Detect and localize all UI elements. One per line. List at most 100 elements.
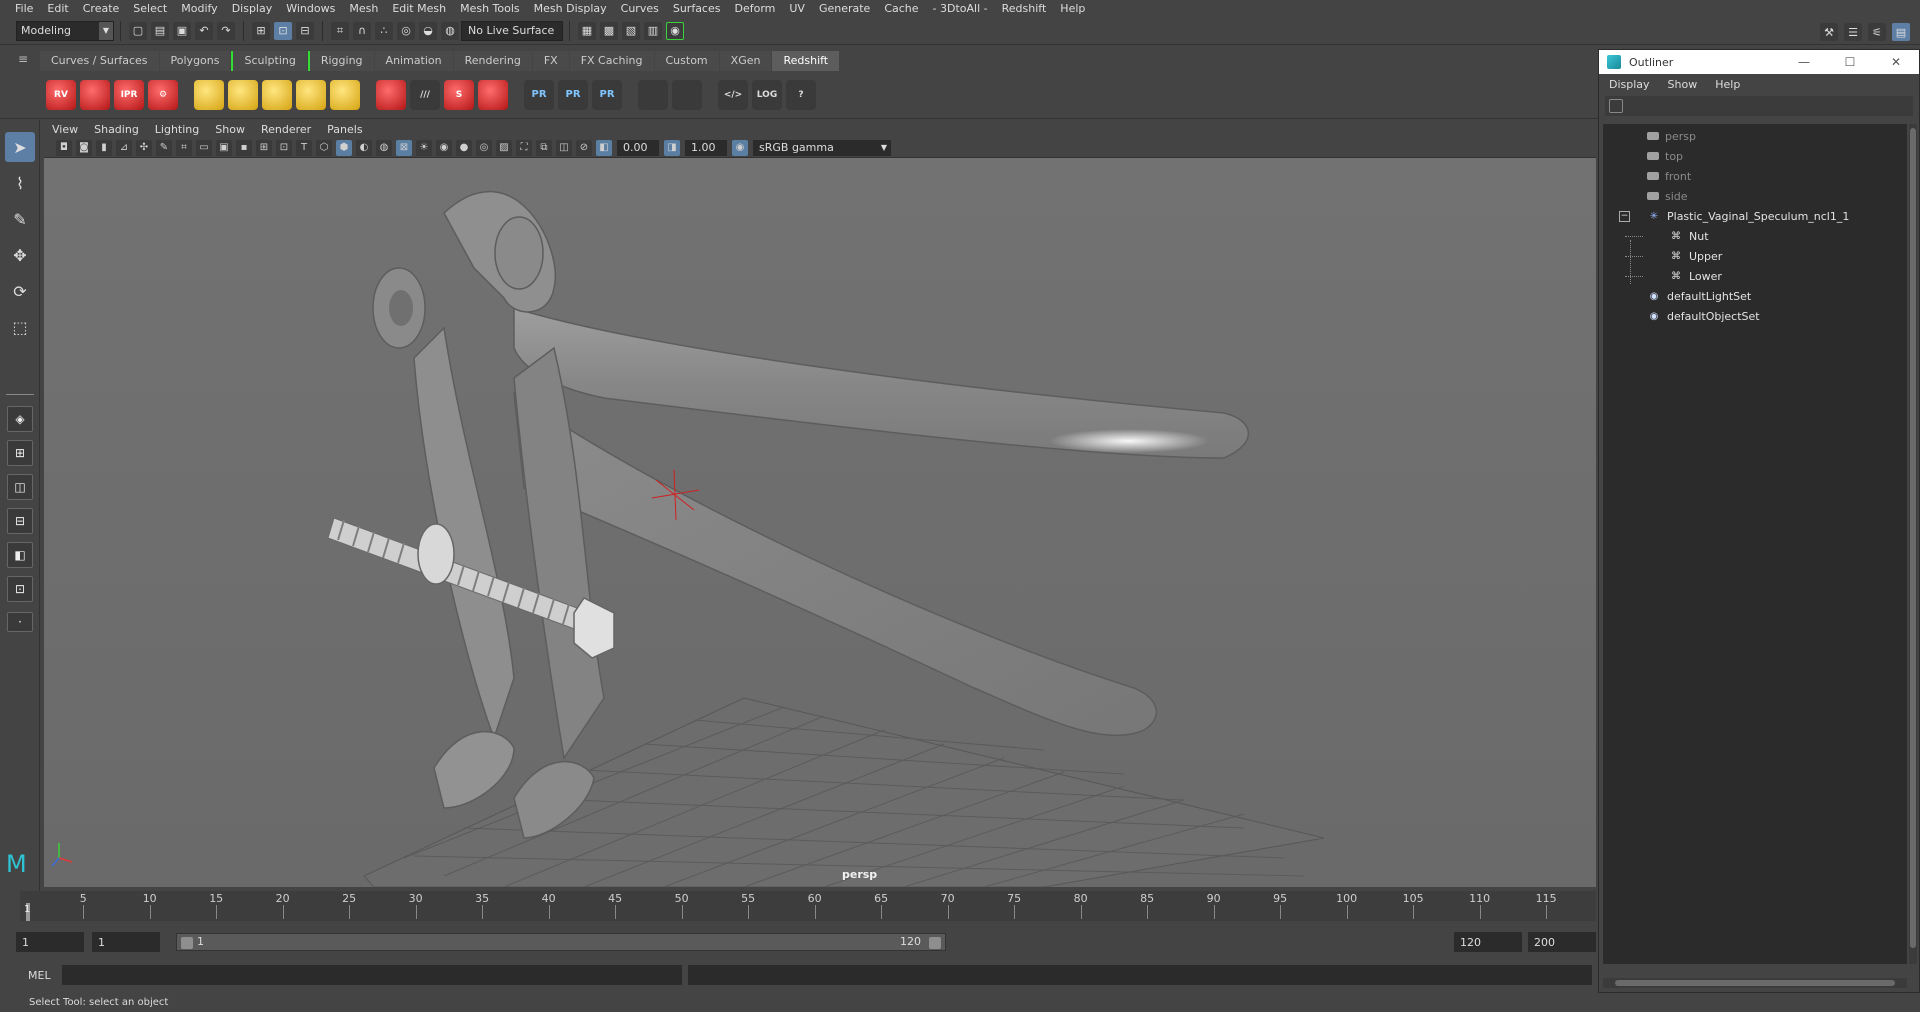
menu-edit-mesh[interactable]: Edit Mesh bbox=[385, 2, 453, 15]
scroll-thumb[interactable] bbox=[1910, 128, 1916, 948]
wireframe-icon[interactable]: ⬡ bbox=[316, 139, 332, 156]
bowl2-icon[interactable] bbox=[672, 79, 702, 110]
select-component-icon[interactable]: ⊟ bbox=[296, 21, 314, 40]
snap-pivot-icon[interactable]: ◍ bbox=[441, 21, 459, 40]
rope-icon[interactable]: S bbox=[444, 79, 474, 110]
pr-export-icon[interactable]: PR bbox=[524, 79, 554, 110]
safe-title-icon[interactable]: T bbox=[296, 139, 312, 156]
menu-redshift[interactable]: Redshift bbox=[995, 2, 1054, 15]
time-slider[interactable]: 5 10 15 20 25 30 35 40 45 50 55 60 65 70 75 80 85 90 95 100… bbox=[20, 891, 1596, 921]
playback-end-field[interactable]: 120 bbox=[1454, 932, 1522, 952]
outliner-item[interactable]: ◉ defaultObjectSet bbox=[1647, 306, 1760, 326]
viewport-menu-show[interactable]: Show bbox=[207, 123, 253, 136]
mel-label[interactable]: MEL bbox=[28, 969, 51, 982]
menu-surfaces[interactable]: Surfaces bbox=[666, 2, 728, 15]
shelf-tab-fx-caching[interactable]: FX Caching bbox=[569, 51, 654, 71]
hair-icon[interactable]: /// bbox=[410, 79, 440, 110]
outliner-item[interactable]: front bbox=[1647, 166, 1691, 186]
color-management-icon[interactable]: ◉ bbox=[732, 139, 748, 156]
grid-toggle-icon[interactable]: ⌗ bbox=[176, 139, 192, 156]
view-transform-select[interactable]: sRGB gamma ▼ bbox=[753, 139, 891, 156]
close-icon[interactable]: ✕ bbox=[1873, 55, 1919, 69]
two-pane-side-layout-icon[interactable]: ◫ bbox=[7, 474, 33, 500]
outliner-item[interactable]: top bbox=[1647, 146, 1683, 166]
proxy-icon[interactable] bbox=[194, 79, 224, 110]
render-settings-icon[interactable]: ▥ bbox=[644, 21, 662, 40]
lasso-tool-icon[interactable]: ⌇ bbox=[5, 168, 35, 198]
menu-modify[interactable]: Modify bbox=[174, 2, 224, 15]
render-settings-icon[interactable]: ⚙ bbox=[148, 79, 178, 110]
shelf-tab-curves-surfaces[interactable]: Curves / Surfaces bbox=[40, 51, 159, 71]
menu-file[interactable]: File bbox=[8, 2, 40, 15]
menu-cache[interactable]: Cache bbox=[877, 2, 925, 15]
animation-start-field[interactable]: 1 bbox=[16, 932, 84, 952]
default-material-icon[interactable]: ◐ bbox=[356, 139, 372, 156]
shelf-tab-redshift[interactable]: Redshift bbox=[772, 51, 840, 71]
viewport-menu-lighting[interactable]: Lighting bbox=[147, 123, 207, 136]
anti-aliasing-icon[interactable]: ▨ bbox=[496, 139, 512, 156]
outliner-vertical-scrollbar[interactable] bbox=[1909, 124, 1917, 964]
menu-display[interactable]: Display bbox=[225, 2, 280, 15]
snap-curve-icon[interactable]: ∩ bbox=[353, 21, 371, 40]
snap-surface-icon[interactable]: ◒ bbox=[419, 21, 437, 40]
pr-import-icon[interactable]: PR bbox=[558, 79, 588, 110]
tool-settings-icon[interactable]: ⚟ bbox=[1868, 23, 1886, 41]
shelf-tab-custom[interactable]: Custom bbox=[654, 51, 719, 71]
log-icon[interactable]: LOG bbox=[752, 79, 782, 110]
new-scene-icon[interactable]: ▢ bbox=[129, 21, 147, 40]
menu-curves[interactable]: Curves bbox=[614, 2, 666, 15]
hypershade-icon[interactable]: ◉ bbox=[666, 21, 684, 40]
range-start-handle[interactable] bbox=[181, 937, 193, 949]
perspective-viewport[interactable]: persp bbox=[44, 158, 1596, 887]
viewport-menu-shading[interactable]: Shading bbox=[86, 123, 147, 136]
outliner-menu-display[interactable]: Display bbox=[1609, 78, 1650, 91]
render-current-icon[interactable]: ▩ bbox=[600, 21, 618, 40]
ipr-icon[interactable]: ▧ bbox=[622, 21, 640, 40]
outliner-item[interactable]: ⌘ Nut bbox=[1625, 226, 1709, 246]
render-icon[interactable] bbox=[80, 79, 110, 110]
shelf-tab-animation[interactable]: Animation bbox=[374, 51, 453, 71]
viewport-menu-renderer[interactable]: Renderer bbox=[253, 123, 319, 136]
outliner-item[interactable]: ⌘ Lower bbox=[1625, 266, 1722, 286]
persp-graph-layout-icon[interactable]: ⊡ bbox=[7, 576, 33, 602]
gate-mask-icon[interactable]: ▪ bbox=[236, 139, 252, 156]
collapse-icon[interactable]: − bbox=[1619, 210, 1630, 222]
menu-help[interactable]: Help bbox=[1053, 2, 1092, 15]
outliner-item[interactable]: ⌘ Upper bbox=[1625, 246, 1722, 266]
safe-action-icon[interactable]: ⊡ bbox=[276, 139, 292, 156]
outliner-item[interactable]: ◉ defaultLightSet bbox=[1647, 286, 1752, 306]
undo-icon[interactable]: ↶ bbox=[195, 21, 213, 40]
channel-box-icon[interactable]: ▤ bbox=[1892, 23, 1910, 41]
bookmark-icon[interactable]: ▮ bbox=[96, 139, 112, 156]
pr-swap-icon[interactable]: PR bbox=[592, 79, 622, 110]
use-lights-icon[interactable]: ☀ bbox=[416, 139, 432, 156]
exposure-toggle-icon[interactable]: ◧ bbox=[596, 139, 612, 156]
more-layouts-icon[interactable]: · bbox=[7, 612, 33, 632]
grease-pencil-icon[interactable]: ✎ bbox=[156, 139, 172, 156]
outliner-item[interactable]: − ✳ Plastic_Vaginal_Speculum_ncl1_1 bbox=[1619, 206, 1849, 226]
isolate-select-icon[interactable]: ⛶ bbox=[516, 139, 532, 156]
bowl-icon[interactable] bbox=[638, 79, 668, 110]
shelf-tab-polygons[interactable]: Polygons bbox=[159, 51, 231, 71]
camera-attributes-icon[interactable]: ◙ bbox=[76, 139, 92, 156]
snap-grid-icon[interactable]: ⌗ bbox=[331, 21, 349, 40]
select-tool-icon[interactable]: ➤ bbox=[5, 132, 35, 162]
grid-light-icon[interactable] bbox=[228, 79, 258, 110]
maximize-icon[interactable]: ☐ bbox=[1827, 55, 1873, 69]
image-plane-icon[interactable]: ⊿ bbox=[116, 139, 132, 156]
rotate-tool-icon[interactable]: ⟳ bbox=[5, 276, 35, 306]
ambient-occlusion-icon[interactable]: ● bbox=[456, 139, 472, 156]
minimize-icon[interactable]: — bbox=[1781, 55, 1827, 69]
attribute-editor-icon[interactable]: ☰ bbox=[1844, 23, 1862, 41]
sun-light-icon[interactable] bbox=[330, 79, 360, 110]
menu-deform[interactable]: Deform bbox=[727, 2, 782, 15]
live-surface-field[interactable]: No Live Surface bbox=[461, 20, 563, 41]
help-icon[interactable]: ? bbox=[786, 79, 816, 110]
menu-create[interactable]: Create bbox=[76, 2, 127, 15]
cone-light-icon[interactable] bbox=[262, 79, 292, 110]
shelf-tab-fx[interactable]: FX bbox=[532, 51, 569, 71]
menu-select[interactable]: Select bbox=[126, 2, 174, 15]
script-icon[interactable]: </> bbox=[718, 79, 748, 110]
hud-icon[interactable]: ⊘ bbox=[576, 139, 592, 156]
2d-pan-icon[interactable]: ✣ bbox=[136, 139, 152, 156]
